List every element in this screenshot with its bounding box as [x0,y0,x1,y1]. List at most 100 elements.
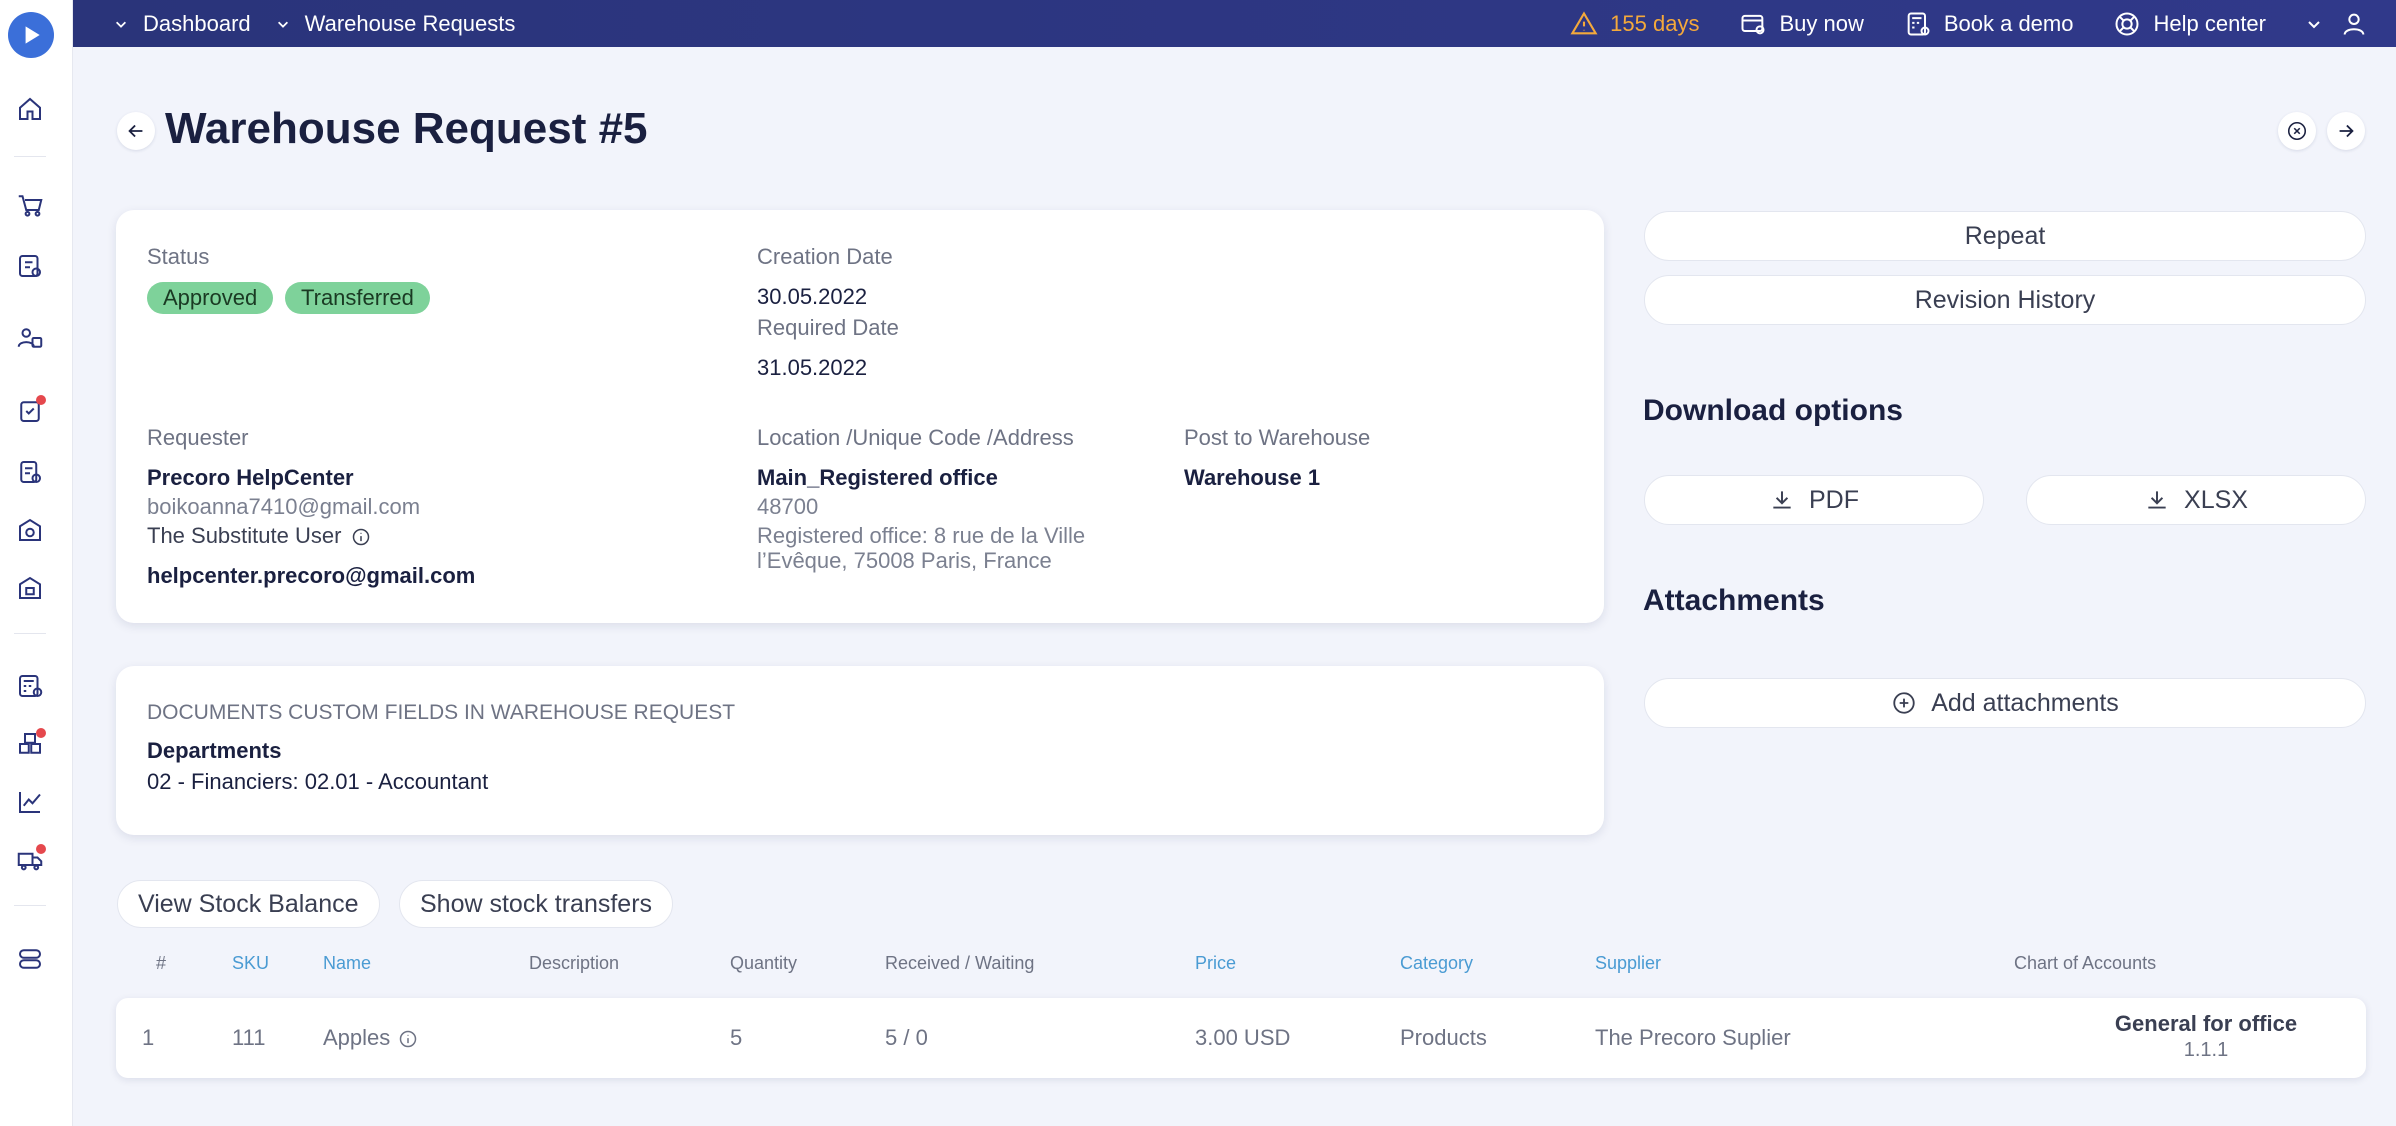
required-date-label: Required Date [757,315,899,340]
column-header-category[interactable]: Category [1400,953,1473,974]
cell-received-waiting: 5 / 0 [885,1025,928,1050]
breadcrumb-warehouse-requests[interactable]: Warehouse Requests [275,10,516,37]
calculator-icon [1907,12,1930,35]
cart-icon[interactable] [14,189,46,221]
analytics-icon[interactable] [14,786,46,818]
download-xlsx-button[interactable]: XLSX [2026,475,2366,525]
settings-toggle-icon[interactable] [14,943,46,975]
breadcrumb-label: Dashboard [143,10,251,36]
invoice-check-icon[interactable] [14,250,46,282]
breadcrumb-label: Warehouse Requests [304,10,516,36]
precoro-logo[interactable] [8,12,54,58]
user-menu[interactable] [2306,10,2396,38]
cell-number: 1 [142,1025,155,1050]
status-label: Status [147,244,210,269]
column-header-received-waiting: Received / Waiting [885,953,1035,973]
products-icon[interactable] [14,728,46,760]
delivery-icon[interactable] [14,844,46,876]
creation-date-label: Creation Date [757,244,893,269]
info-icon[interactable] [398,1029,418,1049]
trial-days-label: 155 days [1610,10,1700,36]
users-icon[interactable] [14,322,46,354]
sidebar-divider [14,633,46,634]
user-icon [2343,13,2365,35]
download-options-heading: Download options [1643,394,1903,427]
book-demo-link[interactable]: Book a demo [1904,10,2074,38]
location-code: 48700 [757,494,819,519]
budget-icon[interactable] [14,670,46,702]
add-attachments-button[interactable]: Add attachments [1644,678,2366,728]
cell-quantity: 5 [730,1025,743,1050]
warehouse-icon[interactable] [14,514,46,546]
notification-dot [36,728,46,738]
cell-name: Apples [323,1025,418,1051]
arrow-left-icon [128,124,143,138]
warehouse-label: Post to Warehouse [1184,425,1371,450]
column-header-chart-of-accounts: Chart of Accounts [2014,953,2157,973]
table-row[interactable]: 1 111 Apples 5 5 / 0 3.00 USD Products T… [116,998,2366,1078]
column-header-sku[interactable]: SKU [232,953,269,974]
show-stock-transfers-button[interactable]: Show stock transfers [399,880,674,928]
creation-date-value: 30.05.2022 [757,284,868,309]
xlsx-label: XLSX [2184,485,2248,514]
sidebar-divider [14,905,46,906]
warehouse-value: Warehouse 1 [1184,465,1321,490]
pdf-label: PDF [1809,485,1859,514]
add-attachments-label: Add attachments [1931,688,2119,717]
cell-price: 3.00 USD [1195,1025,1291,1050]
status-badge-transferred: Transferred [285,282,430,314]
cell-category: Products [1400,1025,1487,1050]
help-center-label: Help center [2153,10,2266,36]
stock-icon[interactable] [14,572,46,604]
help-center-link[interactable]: Help center [2113,10,2266,38]
column-header-name[interactable]: Name [323,953,371,974]
approvals-icon[interactable] [14,395,46,427]
column-header-quantity: Quantity [730,953,798,973]
location-label: Location /Unique Code /Address [757,425,1074,450]
sidebar-divider [14,156,46,157]
custom-fields-card: DOCUMENTS CUSTOM FIELDS IN WAREHOUSE REQ… [116,666,1604,835]
back-button[interactable] [117,112,155,150]
chevron-down-icon [2308,20,2320,28]
next-button[interactable] [2327,112,2365,150]
trial-days[interactable]: 155 days [1570,10,1699,38]
chevron-down-icon [275,16,291,32]
departments-label: Departments [147,738,282,763]
buy-now-label: Buy now [1779,10,1864,36]
cell-supplier: The Precoro Suplier [1595,1025,1791,1050]
status-badge-approved: Approved [147,282,274,314]
info-icon[interactable] [351,527,371,547]
view-stock-balance-button[interactable]: View Stock Balance [117,880,380,928]
required-date-value: 31.05.2022 [757,355,868,380]
buy-now-link[interactable]: Buy now [1739,10,1864,38]
location-address-line-1: Registered office: 8 rue de la Ville [757,523,1086,548]
column-header-price[interactable]: Price [1195,953,1236,974]
cell-coa-code: 1.1.1 [2183,1039,2229,1061]
breadcrumb-dashboard[interactable]: Dashboard [113,11,251,37]
location-name: Main_Registered office [757,465,998,490]
location-address-line-2: l’Evêque, 75008 Paris, France [757,548,1052,573]
revision-history-button[interactable]: Revision History [1644,275,2366,325]
column-header-number: # [156,953,167,973]
column-header-description: Description [529,953,620,973]
departments-value: 02 - Financiers: 02.01 - Accountant [147,769,489,794]
sidebar [0,0,73,1126]
custom-fields-heading: DOCUMENTS CUSTOM FIELDS IN WAREHOUSE REQ… [147,701,736,724]
close-button[interactable] [2278,112,2316,150]
arrow-right-icon [2339,124,2354,138]
substitute-email: helpcenter.precoro@gmail.com [147,563,476,588]
home-icon[interactable] [14,93,46,125]
substitute-user: The Substitute User [147,523,371,549]
close-circle-icon [2287,121,2307,141]
substitute-label: The Substitute User [147,523,342,548]
card-icon [1741,14,1765,34]
download-icon [2148,491,2166,509]
book-demo-label: Book a demo [1943,10,2074,36]
item-name: Apples [323,1025,391,1050]
column-header-supplier[interactable]: Supplier [1595,953,1661,974]
download-pdf-button[interactable]: PDF [1644,475,1984,525]
receipt-icon[interactable] [14,456,46,488]
requester-label: Requester [147,425,249,450]
repeat-button[interactable]: Repeat [1644,211,2366,261]
requester-email: boikoanna7410@gmail.com [147,494,421,519]
